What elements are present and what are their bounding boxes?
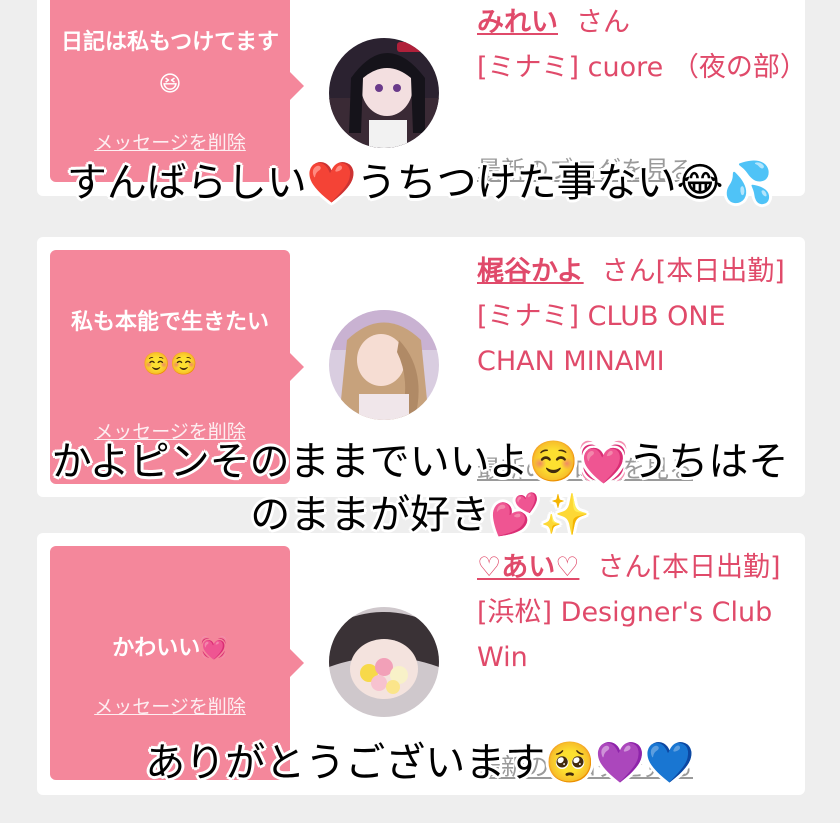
sender-honorific: さん[本日出勤] [601, 256, 785, 287]
sender-name-link[interactable]: ♡あい♡ [477, 552, 579, 583]
caption-overlay: のままが好き💕✨ [250, 492, 590, 538]
sender-info: みれい さん [ミナミ] cuore （夜の部） [477, 0, 807, 90]
message-bubble: 日記は私もつけてます😆 メッセージを削除 [50, 0, 304, 182]
message-text: 私も本能で生きたい☺️☺️ [70, 310, 269, 377]
message-text: 日記は私もつけてます😆 [60, 30, 280, 97]
caption-overlay: かよピンそのままでいいよ☺️💓うちはそ [51, 439, 789, 485]
message-text: かわいい💓 [112, 636, 228, 661]
sender-name-link[interactable]: みれい [477, 7, 558, 38]
sender-honorific: さん [576, 7, 630, 38]
sender-info: ♡あい♡ さん[本日出勤] [浜松] Designer's Club Win [477, 545, 797, 680]
sender-shop: [ミナミ] cuore （夜の部） [477, 52, 807, 83]
caption-overlay: ありがとうございます🥺💜💙 [145, 740, 695, 786]
avatar[interactable] [329, 310, 439, 420]
sender-shop: [ミナミ] CLUB ONE CHAN MINAMI [477, 301, 726, 377]
sender-info: 梶谷かよ さん[本日出勤] [ミナミ] CLUB ONE CHAN MINAMI [477, 249, 797, 384]
delete-message-link[interactable]: メッセージを削除 [50, 692, 290, 719]
sender-honorific: さん[本日出勤] [597, 552, 781, 583]
delete-message-link[interactable]: メッセージを削除 [50, 128, 290, 155]
caption-overlay: すんばらしい❤️うちつけた事ない😂💦 [66, 160, 774, 206]
avatar[interactable] [329, 38, 439, 148]
sender-name-link[interactable]: 梶谷かよ [477, 256, 584, 287]
sender-shop: [浜松] Designer's Club Win [477, 597, 773, 673]
avatar[interactable] [329, 607, 439, 717]
